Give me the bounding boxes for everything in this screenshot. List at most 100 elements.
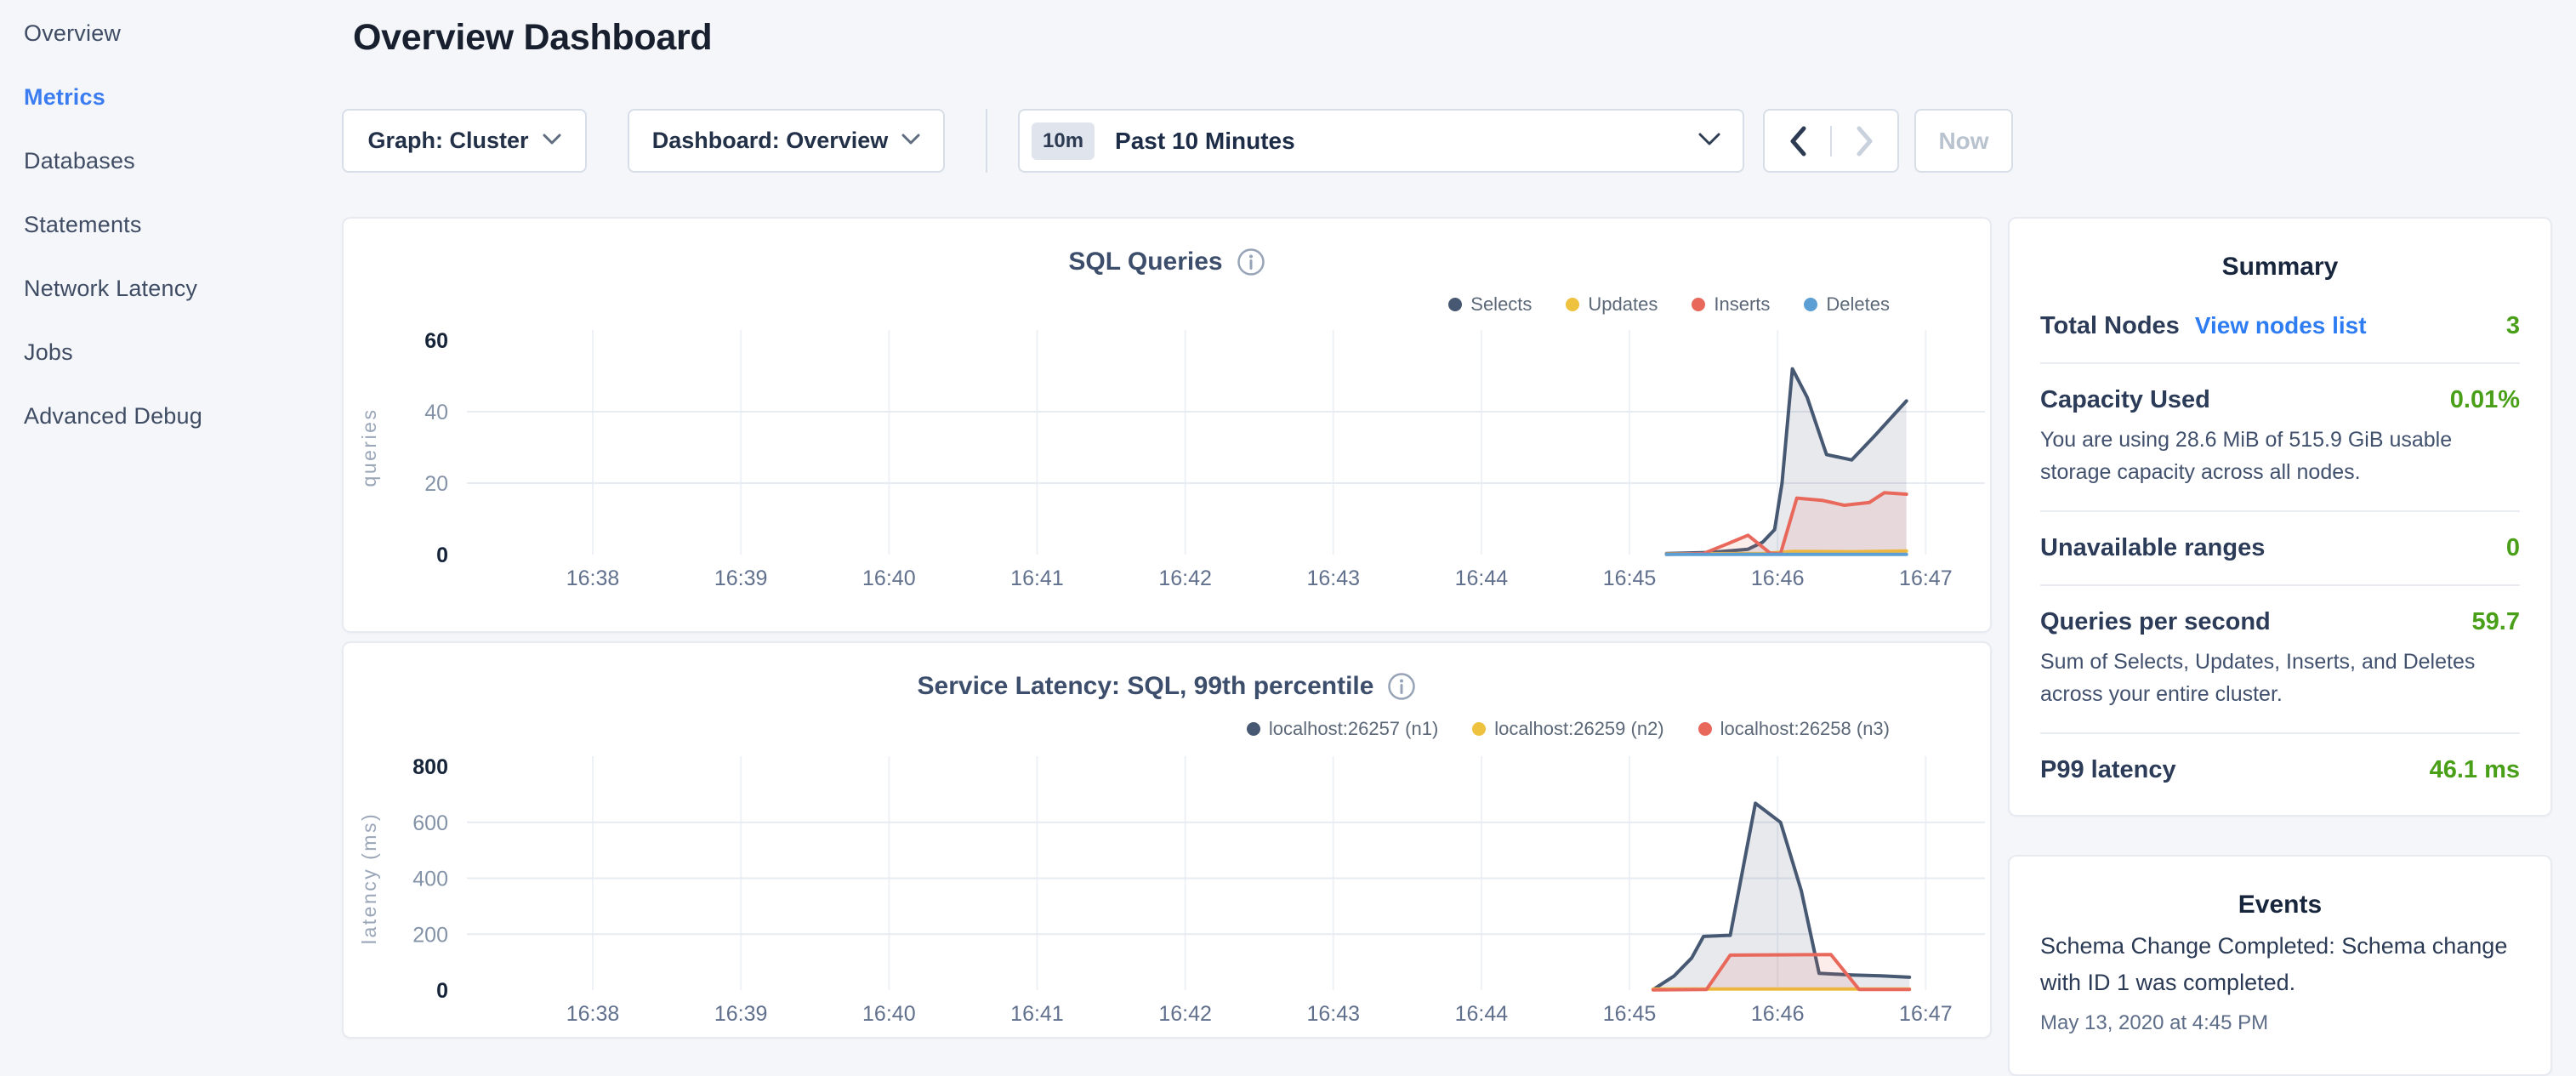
chart-title: SQL Queries xyxy=(1068,248,1222,276)
svg-text:queries: queries xyxy=(358,408,380,487)
sidebar-item-network-latency-label[interactable]: Network Latency xyxy=(24,276,197,301)
svg-text:16:38: 16:38 xyxy=(566,1002,620,1026)
summary-value: 59.7 xyxy=(2472,608,2520,636)
legend-item: Deletes xyxy=(1804,293,1890,316)
svg-text:0: 0 xyxy=(436,979,448,1003)
info-icon[interactable] xyxy=(1387,672,1416,701)
summary-label: Capacity Used xyxy=(2040,386,2210,414)
chart-title: Service Latency: SQL, 99th percentile xyxy=(918,672,1374,701)
svg-text:16:41: 16:41 xyxy=(1010,1002,1064,1026)
svg-text:16:47: 16:47 xyxy=(1899,566,1953,590)
svg-text:16:41: 16:41 xyxy=(1010,566,1064,590)
legend-dot-n1 xyxy=(1247,722,1260,736)
legend-item: localhost:26259 (n2) xyxy=(1472,718,1663,740)
legend-item: localhost:26257 (n1) xyxy=(1247,718,1438,740)
summary-value: 0.01% xyxy=(2450,386,2520,414)
legend-label: localhost:26257 (n1) xyxy=(1269,718,1438,740)
svg-text:16:44: 16:44 xyxy=(1455,1002,1509,1026)
chevron-down-icon xyxy=(1698,132,1720,150)
svg-text:16:43: 16:43 xyxy=(1306,1002,1360,1026)
service-latency-chart: 16:3816:3916:4016:4116:4216:4316:4416:45… xyxy=(344,749,1990,1039)
dashboard-dropdown[interactable]: Dashboard: Overview xyxy=(628,109,945,173)
legend-item: Selects xyxy=(1448,293,1532,316)
svg-text:16:47: 16:47 xyxy=(1899,1002,1953,1026)
legend-dot-deletes xyxy=(1804,298,1817,311)
dashboard-controls: Graph: Cluster Dashboard: Overview 10m P… xyxy=(342,109,2013,173)
time-prev-button[interactable] xyxy=(1765,126,1830,157)
time-range-badge: 10m xyxy=(1032,122,1095,160)
sidebar-item-overview[interactable]: Overview xyxy=(24,20,340,47)
svg-text:16:39: 16:39 xyxy=(714,566,768,590)
metrics-overview-page: { "page": { "title": "Overview Dashboard… xyxy=(0,0,2576,1051)
summary-row-unavailable-ranges: Unavailable ranges 0 xyxy=(2040,510,2520,584)
chart-legend: localhost:26257 (n1) localhost:26259 (n2… xyxy=(1247,718,1890,740)
info-icon[interactable] xyxy=(1237,248,1265,276)
summary-row-queries-per-second: Queries per second 59.7 Sum of Selects, … xyxy=(2040,584,2520,732)
svg-text:600: 600 xyxy=(412,811,448,835)
sidebar-item-metrics-label[interactable]: Metrics xyxy=(24,84,105,110)
sidebar-item-metrics[interactable]: Metrics xyxy=(24,84,340,111)
sidebar-item-jobs-label[interactable]: Jobs xyxy=(24,339,73,365)
graph-scope-dropdown[interactable]: Graph: Cluster xyxy=(342,109,587,173)
svg-text:16:38: 16:38 xyxy=(566,566,620,590)
svg-text:latency (ms): latency (ms) xyxy=(358,812,380,944)
legend-dot-inserts xyxy=(1692,298,1705,311)
time-range-selector[interactable]: 10m Past 10 Minutes xyxy=(1018,109,1744,173)
svg-text:16:42: 16:42 xyxy=(1158,1002,1212,1026)
now-button[interactable]: Now xyxy=(1914,109,2013,173)
sidebar-item-databases[interactable]: Databases xyxy=(24,148,340,174)
summary-description: Sum of Selects, Updates, Inserts, and De… xyxy=(2040,646,2520,710)
summary-row-total-nodes: Total Nodes View nodes list 3 xyxy=(2040,290,2520,362)
svg-text:16:45: 16:45 xyxy=(1603,1002,1657,1026)
events-panel: Events Schema Change Completed: Schema c… xyxy=(2008,855,2552,1076)
sidebar-item-jobs[interactable]: Jobs xyxy=(24,339,340,366)
summary-value: 0 xyxy=(2506,534,2520,562)
summary-label: P99 latency xyxy=(2040,756,2176,784)
service-latency-chart-card: Service Latency: SQL, 99th percentile lo… xyxy=(342,641,1992,1039)
legend-label: Selects xyxy=(1470,293,1532,316)
page-title: Overview Dashboard xyxy=(353,17,712,59)
svg-text:16:42: 16:42 xyxy=(1158,566,1212,590)
legend-item: localhost:26258 (n3) xyxy=(1698,718,1890,740)
svg-text:16:44: 16:44 xyxy=(1455,566,1509,590)
event-item: Schema Change Completed: Schema change w… xyxy=(2040,928,2520,1035)
svg-text:400: 400 xyxy=(412,868,448,891)
legend-label: Deletes xyxy=(1826,293,1890,316)
sql-queries-chart: 16:3816:3916:4016:4116:4216:4316:4416:45… xyxy=(344,325,1990,614)
view-nodes-list-link[interactable]: View nodes list xyxy=(2195,312,2367,339)
legend-item: Inserts xyxy=(1692,293,1770,316)
sidebar-item-overview-label[interactable]: Overview xyxy=(24,20,121,46)
svg-text:60: 60 xyxy=(424,329,448,353)
event-timestamp: May 13, 2020 at 4:45 PM xyxy=(2040,1011,2520,1035)
svg-text:20: 20 xyxy=(424,472,448,496)
summary-row-p99-latency: P99 latency 46.1 ms xyxy=(2040,732,2520,806)
sidebar: Overview Metrics Databases Statements Ne… xyxy=(0,0,340,1051)
sidebar-item-network-latency[interactable]: Network Latency xyxy=(24,276,340,302)
summary-value: 3 xyxy=(2506,312,2520,340)
sidebar-item-statements[interactable]: Statements xyxy=(24,212,340,238)
time-next-button[interactable] xyxy=(1830,126,1897,157)
event-message[interactable]: Schema Change Completed: Schema change w… xyxy=(2040,928,2520,1001)
summary-label: Queries per second xyxy=(2040,608,2271,636)
summary-row-capacity-used: Capacity Used 0.01% You are using 28.6 M… xyxy=(2040,362,2520,510)
chevron-right-icon xyxy=(1856,126,1874,157)
graph-scope-dropdown-value: Graph: Cluster xyxy=(367,128,528,154)
legend-label: localhost:26258 (n3) xyxy=(1720,718,1890,740)
legend-dot-updates xyxy=(1566,298,1579,311)
sidebar-item-advanced-debug[interactable]: Advanced Debug xyxy=(24,403,340,430)
sidebar-item-databases-label[interactable]: Databases xyxy=(24,148,135,174)
svg-text:16:46: 16:46 xyxy=(1751,566,1805,590)
legend-item: Updates xyxy=(1566,293,1658,316)
time-pager xyxy=(1763,109,1899,173)
events-title: Events xyxy=(2040,891,2520,919)
legend-label: localhost:26259 (n2) xyxy=(1494,718,1663,740)
time-range-value: Past 10 Minutes xyxy=(1115,128,1295,155)
sidebar-item-statements-label[interactable]: Statements xyxy=(24,212,142,237)
legend-label: Updates xyxy=(1588,293,1658,316)
svg-text:16:45: 16:45 xyxy=(1603,566,1657,590)
summary-description: You are using 28.6 MiB of 515.9 GiB usab… xyxy=(2040,424,2520,488)
svg-text:40: 40 xyxy=(424,401,448,424)
svg-text:16:40: 16:40 xyxy=(862,566,916,590)
chart-title-row: SQL Queries xyxy=(344,248,1990,276)
sidebar-item-advanced-debug-label[interactable]: Advanced Debug xyxy=(24,403,202,429)
